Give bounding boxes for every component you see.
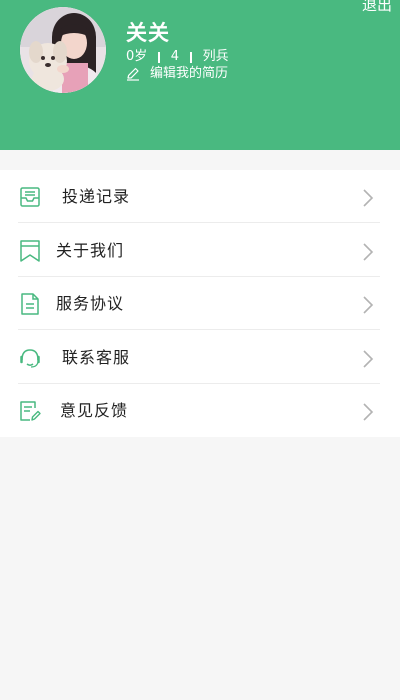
chevron-right-icon (363, 403, 374, 421)
profile-page: 退出 关关 0岁 4 列兵 编辑我的简历 投递记录 关于我们 服务协议 联系客服… (0, 0, 400, 700)
chevron-right-icon (363, 296, 374, 314)
menu-item-contact-support[interactable]: 联系客服 (0, 331, 400, 384)
bookmark-icon (20, 240, 40, 262)
profile-header: 退出 关关 0岁 4 列兵 编辑我的简历 (0, 0, 400, 150)
divider (18, 329, 380, 330)
menu-item-service-agreement[interactable]: 服务协议 (0, 277, 400, 330)
menu-item-label: 意见反馈 (60, 401, 129, 420)
chevron-right-icon (363, 189, 374, 207)
user-name: 关关 (126, 21, 170, 45)
edit-resume-button[interactable]: 编辑我的简历 (126, 66, 228, 82)
avatar-image (20, 7, 106, 93)
menu-item-about-us[interactable]: 关于我们 (0, 224, 400, 277)
edit-resume-label: 编辑我的简历 (150, 66, 229, 81)
user-meta: 0岁 4 列兵 (126, 49, 229, 65)
user-rank: 列兵 (202, 49, 229, 64)
menu-item-label: 投递记录 (62, 187, 131, 206)
menu-item-feedback[interactable]: 意见反馈 (0, 384, 400, 437)
menu-list: 投递记录 关于我们 服务协议 联系客服 意见反馈 (0, 170, 400, 437)
logout-button[interactable]: 退出 (362, 0, 392, 14)
meta-separator (158, 51, 160, 63)
menu-item-label: 联系客服 (62, 348, 131, 367)
document-icon (21, 293, 39, 315)
chevron-right-icon (363, 350, 374, 368)
divider (18, 222, 380, 223)
avatar[interactable] (20, 7, 106, 93)
chevron-right-icon (363, 243, 374, 261)
feedback-edit-icon (20, 401, 41, 421)
user-level: 4 (170, 49, 180, 64)
user-age: 0岁 (126, 49, 148, 64)
menu-item-delivery-records[interactable]: 投递记录 (0, 170, 400, 223)
inbox-tray-icon (20, 187, 40, 207)
headset-icon (20, 349, 40, 368)
menu-item-label: 关于我们 (56, 241, 125, 260)
meta-separator (190, 51, 192, 63)
pencil-icon (127, 67, 139, 81)
menu-item-label: 服务协议 (56, 294, 125, 313)
